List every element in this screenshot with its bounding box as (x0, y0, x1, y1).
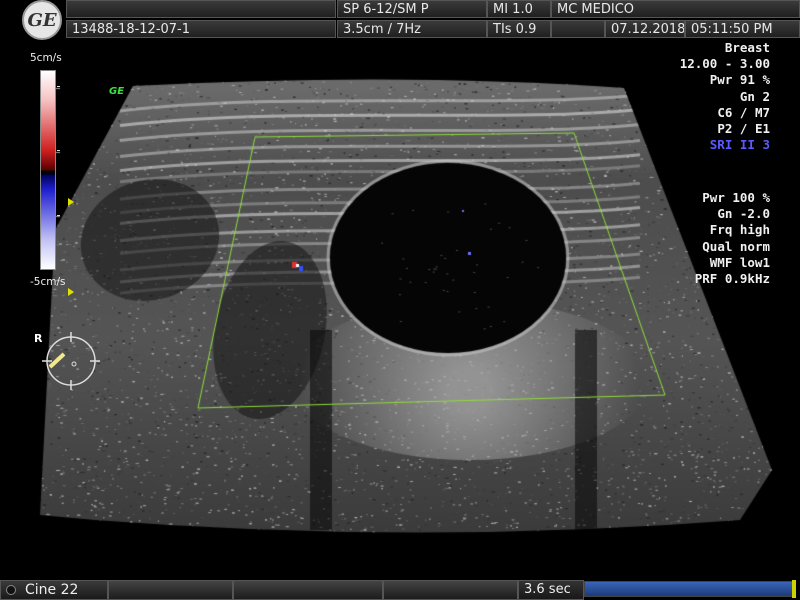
param-power: Pwr 91 % (709, 72, 770, 88)
focus-marker-icon (68, 198, 74, 206)
exam-date: 07.12.2018 (605, 20, 685, 38)
depth-frequency: 3.5cm / 7Hz (337, 20, 487, 38)
bottom-softkey-2[interactable] (233, 580, 383, 600)
cine-time: 3.6 sec (518, 580, 584, 600)
param-gain: Gn 2 (739, 88, 770, 104)
colorbar-bottom-label: -5cm/s (30, 276, 66, 288)
institution-name: MC MEDICO (551, 0, 800, 18)
param-persistence: P2 / E1 (717, 121, 770, 137)
bottom-softkey-1[interactable] (108, 580, 233, 600)
cine-label: Cine 22 (25, 582, 79, 598)
param-range: 12.00 - 3.00 (679, 56, 770, 72)
cf-prf: PRF 0.9kHz (694, 271, 770, 287)
header-row-1: SP 6-12/SM P MI 1.0 MC MEDICO (66, 0, 800, 19)
cf-frequency: Frq high (709, 222, 770, 238)
color-flow-parameters: Pwr 100 % Gn -2.0 Frq high Qual norm WMF… (695, 190, 770, 287)
cf-wall-filter: WMF low1 (709, 254, 770, 270)
imaging-parameters: Breast 12.00 - 3.00 Pwr 91 % Gn 2 C6 / M… (680, 40, 770, 153)
param-preset: Breast (724, 40, 770, 55)
patient-id: 13488-18-12-07-1 (66, 20, 336, 38)
header-row-2: 13488-18-12-07-1 3.5cm / 7Hz TIs 0.9 07.… (66, 20, 800, 39)
cf-power: Pwr 100 % (702, 190, 770, 205)
exam-time: 05:11:50 PM (685, 20, 800, 38)
cf-quality: Qual norm (702, 238, 770, 254)
param-map: C6 / M7 (717, 104, 770, 120)
bottom-softkey-3[interactable] (383, 580, 518, 600)
mi-value: MI 1.0 (487, 0, 551, 18)
colorbar-tick (57, 86, 60, 87)
colorbar-top-label: 5cm/s (30, 52, 62, 64)
cine-icon (6, 585, 16, 595)
tis-value: TIs 0.9 (487, 20, 551, 38)
focus-marker-icon (68, 288, 74, 296)
cine-indicator[interactable]: Cine 22 (0, 580, 108, 600)
header-blank-cell (66, 0, 336, 18)
orientation-compass-icon (42, 332, 100, 390)
cine-progress-fill (585, 582, 795, 596)
cf-gain: Gn -2.0 (717, 206, 770, 222)
colorbar-tick (57, 150, 60, 151)
color-velocity-bar (40, 70, 56, 270)
cine-progress-bar[interactable] (584, 581, 796, 597)
ge-image-tag: GE (109, 86, 125, 97)
header-blank-cell-2 (551, 20, 605, 38)
probe-label: SP 6-12/SM P (337, 0, 487, 18)
ge-logo: GE (22, 0, 62, 40)
colorbar-tick (57, 215, 60, 216)
param-sri: SRI II 3 (709, 137, 770, 153)
cine-progress-marker (792, 580, 796, 598)
